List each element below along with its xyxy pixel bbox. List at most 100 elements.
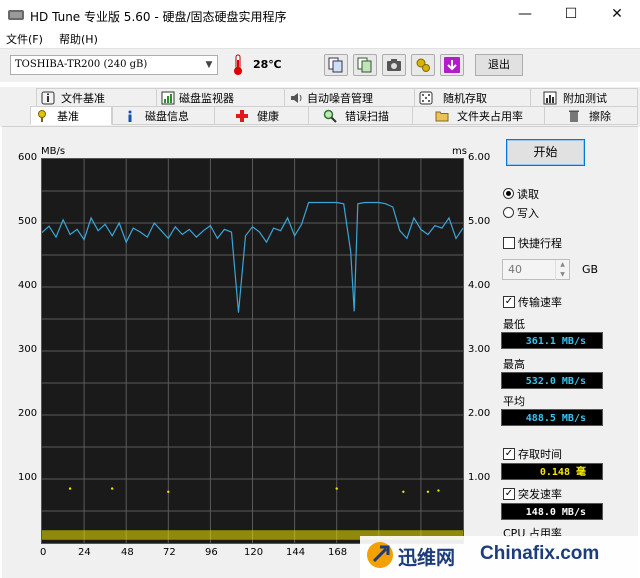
tab-folder-usage[interactable]: 文件夹占用率: [412, 106, 546, 125]
menu-help[interactable]: 帮助(H): [59, 31, 98, 47]
spinner-down-icon[interactable]: ▼: [555, 270, 569, 280]
access-time-point: [68, 487, 72, 490]
tab-random-access[interactable]: 随机存取: [414, 88, 532, 107]
y-tick-left: 300: [18, 344, 38, 355]
transfer-rate-checkbox[interactable]: ✓: [503, 296, 515, 308]
app-icon: [8, 10, 24, 20]
trash-icon: [569, 110, 579, 122]
benchmark-chart: [41, 158, 464, 544]
access-time-point: [335, 487, 338, 490]
tab-label: 附加测试: [563, 92, 607, 105]
toolbar: TOSHIBA-TR200 (240 gB) ▼ 28℃ 退出: [0, 48, 640, 82]
tab-label: 文件夹占用率: [457, 110, 523, 123]
magnifier-icon: [323, 109, 337, 123]
speaker-icon: [291, 93, 302, 103]
access-time-point: [110, 487, 114, 490]
copy-button[interactable]: [324, 54, 348, 76]
y-tick-right: 4.00: [468, 280, 491, 291]
burst-rate-checkbox[interactable]: ✓: [503, 488, 515, 500]
x-tick: 96: [205, 547, 218, 558]
tab-label: 健康: [257, 110, 279, 123]
tab-label: 磁盘信息: [145, 110, 189, 123]
copy-icon: [328, 57, 343, 73]
save-button[interactable]: [440, 54, 464, 76]
title-bar: HD Tune 专业版 5.60 - 硬盘/固态硬盘实用程序 — ☐ ✕: [0, 0, 640, 30]
minimize-button[interactable]: —: [502, 0, 548, 30]
y-tick-right: 1.00: [468, 472, 491, 483]
burst-rate-value: 148.0 MB/s: [501, 503, 603, 520]
close-button[interactable]: ✕: [594, 0, 640, 30]
avg-label: 平均: [503, 395, 525, 408]
tools-icon: [416, 58, 430, 72]
min-label: 最低: [503, 318, 525, 331]
copy-report-icon: [357, 57, 372, 73]
camera-icon: [387, 59, 401, 71]
start-button[interactable]: 开始: [506, 139, 585, 166]
read-label: 读取: [517, 188, 539, 201]
benchmark-chart-svg: [41, 159, 464, 543]
y-tick-left: 600: [18, 152, 38, 163]
tab-error-scan[interactable]: 错误扫描: [308, 106, 414, 125]
x-tick: 144: [286, 547, 306, 558]
save-icon: [444, 57, 460, 73]
access-time-value: 0.148 毫: [501, 463, 603, 480]
window-title: HD Tune 专业版 5.60 - 硬盘/固态硬盘实用程序: [30, 10, 287, 24]
temperature-value: 28℃: [253, 58, 282, 71]
tab-disk-info[interactable]: 磁盘信息: [112, 106, 216, 125]
max-label: 最高: [503, 358, 525, 371]
tab-benchmark[interactable]: 基准: [30, 106, 112, 125]
tab-label: 基准: [57, 110, 79, 123]
watermark-en: Chinafix.com: [480, 543, 600, 564]
tab-health[interactable]: 健康: [214, 106, 310, 125]
exit-button[interactable]: 退出: [475, 54, 523, 76]
tab-disk-monitor[interactable]: 磁盘监视器: [156, 88, 286, 107]
drive-select-value: TOSHIBA-TR200 (240 gB): [15, 59, 148, 70]
y-tick-right: 6.00: [468, 152, 491, 163]
health-cross-icon: [236, 110, 248, 122]
screenshot-button[interactable]: [382, 54, 406, 76]
tab-erase[interactable]: 擦除: [544, 106, 638, 125]
y-tick-right: 2.00: [468, 408, 491, 419]
maximize-button[interactable]: ☐: [548, 0, 594, 30]
options-button[interactable]: [411, 54, 435, 76]
tab-label: 擦除: [589, 110, 611, 123]
x-tick: 168: [328, 547, 348, 558]
spinner-up-icon[interactable]: ▲: [555, 260, 569, 270]
tab-aam[interactable]: 自动噪音管理: [284, 88, 416, 107]
x-tick: 120: [244, 547, 264, 558]
folder-icon: [435, 111, 449, 122]
y-tick-left: 400: [18, 280, 38, 291]
x-tick: 72: [163, 547, 176, 558]
max-value: 532.0 MB/s: [501, 372, 603, 389]
benchmark-icon: [38, 110, 46, 122]
short-stroke-value: 40: [508, 263, 522, 276]
write-label: 写入: [517, 207, 539, 220]
y-tick-right: 3.00: [468, 344, 491, 355]
access-time-point: [437, 489, 440, 492]
chinafix-logo-icon: [367, 542, 393, 568]
copy-report-button[interactable]: [353, 54, 377, 76]
chart-icon: [543, 91, 557, 105]
min-value: 361.1 MB/s: [501, 332, 603, 349]
access-time-checkbox[interactable]: ✓: [503, 448, 515, 460]
read-radio[interactable]: [503, 188, 514, 199]
write-radio[interactable]: [503, 207, 514, 218]
access-time-point: [426, 490, 430, 493]
tab-extra-tests[interactable]: 附加测试: [530, 88, 638, 107]
tab-file-benchmark[interactable]: 文件基准: [36, 88, 158, 107]
short-stroke-checkbox[interactable]: [503, 237, 515, 249]
avg-value: 488.5 MB/s: [501, 409, 603, 426]
short-stroke-spinner[interactable]: 40 ▲ ▼: [502, 259, 570, 280]
dice-icon: [419, 91, 433, 105]
y-tick-left: 100: [18, 472, 38, 483]
y-tick-right: 5.00: [468, 216, 491, 227]
y-tick-left: 500: [18, 216, 38, 227]
watermark-cn: 迅维网: [398, 547, 456, 569]
menu-file[interactable]: 文件(F): [6, 31, 43, 47]
tab-label: 自动噪音管理: [307, 92, 373, 105]
x-tick: 48: [121, 547, 134, 558]
tab-strip: 文件基准 磁盘监视器 自动噪音管理 随机存取 附加测试 基准 磁盘信息 健康 错…: [0, 87, 640, 127]
y-axis-left-unit: MB/s: [41, 146, 66, 157]
drive-select[interactable]: TOSHIBA-TR200 (240 gB) ▼: [10, 55, 218, 75]
info-icon: [41, 91, 55, 105]
